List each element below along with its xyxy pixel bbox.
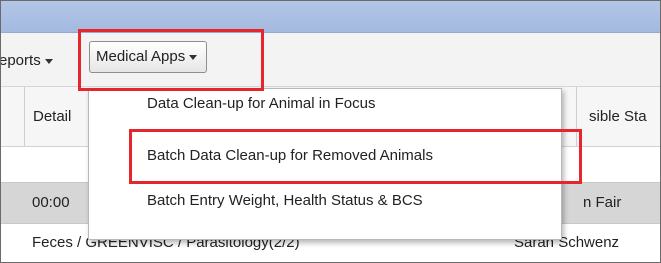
app-window: eports Medical Apps Detail sible Sta 00:… — [0, 0, 661, 263]
reports-menu-button[interactable]: eports — [0, 46, 57, 76]
chevron-down-icon — [44, 58, 53, 64]
menu-item-batch-entry-weight-health-bcs[interactable]: Batch Entry Weight, Health Status & BCS — [147, 192, 423, 209]
menu-item-data-cleanup-animal-in-focus[interactable]: Data Clean-up for Animal in Focus — [147, 95, 375, 112]
column-header-responsible-status[interactable]: sible Sta — [589, 87, 647, 146]
column-header-details[interactable]: Detail — [33, 87, 71, 146]
row-time: 00:00 — [32, 194, 70, 211]
column-separator — [576, 87, 577, 146]
title-bar — [1, 1, 660, 33]
chevron-down-icon — [189, 54, 198, 60]
medical-apps-menu-label: Medical Apps — [96, 48, 186, 65]
reports-menu-label: eports — [0, 52, 41, 69]
medical-apps-dropdown-menu: Data Clean-up for Animal in Focus Batch … — [88, 88, 562, 240]
column-separator — [24, 87, 25, 146]
medical-apps-menu-button[interactable]: Medical Apps — [89, 41, 208, 73]
row-status: n Fair — [583, 194, 622, 211]
menu-item-batch-data-cleanup-removed-animals[interactable]: Batch Data Clean-up for Removed Animals — [147, 147, 433, 164]
